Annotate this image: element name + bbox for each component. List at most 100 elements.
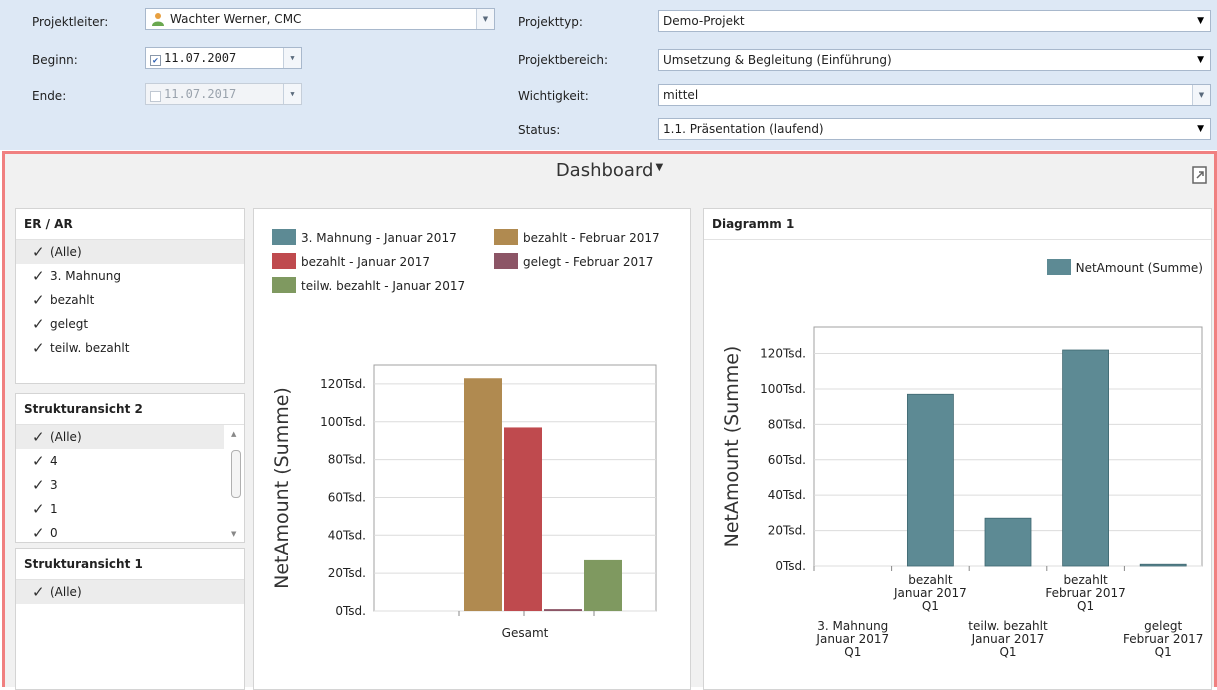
filter-item[interactable]: ✓ (Alle) bbox=[16, 580, 244, 604]
calendar-dropdown-icon[interactable]: ▼ bbox=[283, 48, 301, 68]
filter-item[interactable]: ✓ gelegt bbox=[16, 312, 244, 336]
filter-icon[interactable]: ▼ bbox=[655, 162, 663, 173]
x-tick-label: gelegt bbox=[1144, 619, 1182, 633]
ende-date-field[interactable]: ✔11.07.2017 ▼ bbox=[145, 83, 302, 105]
filter-item[interactable]: ✓ 0 bbox=[16, 521, 244, 542]
x-tick-label: Q1 bbox=[1077, 599, 1094, 613]
dashboard: Dashboard ▼ ER / AR ✓ (Alle) ✓ 3. Mahnung ✓… bbox=[2, 151, 1217, 690]
y-tick-label: 0Tsd. bbox=[775, 559, 806, 573]
x-tick-label: Q1 bbox=[922, 599, 939, 613]
scroll-down-icon[interactable]: ▼ bbox=[231, 530, 236, 538]
status-value: 1.1. Präsentation (laufend) bbox=[663, 122, 824, 136]
y-tick-label: 40Tsd. bbox=[328, 528, 366, 542]
user-icon bbox=[151, 12, 165, 26]
x-tick-label: Januar 2017 bbox=[893, 586, 967, 600]
projektleiter-select[interactable]: Wachter Werner, CMC ▼ bbox=[145, 8, 495, 30]
y-tick-label: 120Tsd. bbox=[320, 377, 366, 391]
chevron-down-icon[interactable]: ▼ bbox=[476, 9, 494, 29]
checkmark-icon[interactable]: ✓ bbox=[32, 449, 50, 473]
filter-item[interactable]: ✓ 3. Mahnung bbox=[16, 264, 244, 288]
checkmark-icon[interactable]: ✓ bbox=[32, 288, 50, 312]
x-tick-label: Q1 bbox=[999, 645, 1016, 659]
y-tick-label: 20Tsd. bbox=[328, 566, 366, 580]
x-tick-label: Gesamt bbox=[502, 626, 549, 640]
filter-item[interactable]: ✓ (Alle) bbox=[16, 240, 244, 264]
calendar-dropdown-icon[interactable]: ▼ bbox=[283, 84, 301, 104]
project-header: Projektleiter: Wachter Werner, CMC ▼ Beg… bbox=[0, 0, 1217, 150]
y-tick-label: 0Tsd. bbox=[335, 604, 366, 618]
filter-item[interactable]: ✓ teilw. bezahlt bbox=[16, 336, 244, 360]
filter-item[interactable]: ✓ bezahlt bbox=[16, 288, 244, 312]
checkmark-icon[interactable]: ✓ bbox=[32, 312, 50, 336]
projektleiter-label: Projektleiter: bbox=[32, 15, 109, 29]
scrollbar[interactable]: ▲ ▼ bbox=[228, 428, 242, 538]
ende-label: Ende: bbox=[32, 89, 67, 103]
y-tick-label: 120Tsd. bbox=[760, 347, 806, 361]
projektbereich-label: Projektbereich: bbox=[518, 53, 609, 67]
y-axis-label: NetAmount (Summe) bbox=[271, 387, 293, 589]
scroll-up-icon[interactable]: ▲ bbox=[231, 430, 236, 438]
y-tick-label: 60Tsd. bbox=[768, 453, 806, 467]
checkmark-icon[interactable]: ✓ bbox=[32, 521, 50, 542]
x-tick-label: Februar 2017 bbox=[1045, 586, 1125, 600]
y-tick-label: 80Tsd. bbox=[768, 417, 806, 431]
bar bbox=[544, 609, 582, 611]
projektbereich-value: Umsetzung & Begleitung (Einführung) bbox=[663, 53, 892, 67]
x-tick-label: bezahlt bbox=[1063, 573, 1108, 587]
status-label: Status: bbox=[518, 123, 561, 137]
beginn-checkbox[interactable]: ✔ bbox=[150, 55, 161, 66]
filter-panel-strukturansicht-1: Strukturansicht 1 ✓ (Alle) bbox=[15, 548, 245, 690]
y-tick-label: 100Tsd. bbox=[760, 382, 806, 396]
dashboard-title: Dashboard ▼ bbox=[555, 160, 664, 181]
ende-value: 11.07.2017 bbox=[164, 87, 237, 101]
checkmark-icon[interactable]: ✓ bbox=[32, 240, 50, 264]
x-tick-label: 3. Mahnung bbox=[817, 619, 888, 633]
bar bbox=[1139, 563, 1187, 567]
filter-item[interactable]: ✓ 4 bbox=[16, 449, 244, 473]
filter-item[interactable]: ✓ (Alle) bbox=[16, 425, 224, 449]
chevron-down-icon[interactable]: ▼ bbox=[1197, 50, 1204, 70]
x-tick-label: Januar 2017 bbox=[815, 632, 889, 646]
ende-checkbox[interactable]: ✔ bbox=[150, 91, 161, 102]
y-tick-label: 20Tsd. bbox=[768, 524, 806, 538]
projekttyp-value: Demo-Projekt bbox=[663, 14, 745, 28]
projektleiter-value: Wachter Werner, CMC bbox=[170, 12, 302, 26]
export-icon[interactable] bbox=[1192, 166, 1208, 184]
filter-item[interactable]: ✓ 1 bbox=[16, 497, 244, 521]
projektbereich-select[interactable]: Umsetzung & Begleitung (Einführung) ▼ bbox=[658, 49, 1211, 71]
chevron-down-icon[interactable]: ▼ bbox=[1192, 85, 1210, 105]
chevron-down-icon[interactable]: ▼ bbox=[1197, 119, 1204, 139]
filter-panel-title: ER / AR bbox=[16, 209, 244, 240]
bar bbox=[504, 427, 542, 611]
bar bbox=[464, 378, 502, 611]
status-select[interactable]: 1.1. Präsentation (laufend) ▼ bbox=[658, 118, 1211, 140]
legend-swatch bbox=[272, 229, 296, 245]
chart-title: Diagramm 1 bbox=[704, 209, 1211, 240]
filter-panel-er-ar: ER / AR ✓ (Alle) ✓ 3. Mahnung ✓ bezahlt ✓ ge… bbox=[15, 208, 245, 384]
chevron-down-icon[interactable]: ▼ bbox=[1197, 11, 1204, 31]
legend-swatch bbox=[494, 253, 518, 269]
checkmark-icon[interactable]: ✓ bbox=[32, 580, 50, 604]
beginn-value: 11.07.2007 bbox=[164, 51, 237, 65]
filter-panel-strukturansicht-2: Strukturansicht 2 ✓ (Alle) ✓ 4 ✓ 3 ✓ 1 ✓ 0 ▲ … bbox=[15, 393, 245, 543]
projekttyp-label: Projekttyp: bbox=[518, 15, 583, 29]
checkmark-icon[interactable]: ✓ bbox=[32, 473, 50, 497]
chart-panel-diagramm-1: Diagramm 1 NetAmount (Summe) 0Tsd. 20Tsd.… bbox=[703, 208, 1212, 690]
checkmark-icon[interactable]: ✓ bbox=[32, 264, 50, 288]
wichtigkeit-select[interactable]: mittel ▼ bbox=[658, 84, 1211, 106]
legend-swatch bbox=[1046, 259, 1071, 275]
legend-swatch bbox=[494, 229, 518, 245]
checkmark-icon[interactable]: ✓ bbox=[32, 497, 50, 521]
bar bbox=[584, 559, 622, 611]
x-tick-label: teilw. bezahlt bbox=[968, 619, 1048, 633]
y-axis-label: NetAmount (Summe) bbox=[721, 346, 743, 548]
y-tick-label: 60Tsd. bbox=[328, 490, 366, 504]
beginn-date-field[interactable]: ✔ 11.07.2007 ▼ bbox=[145, 47, 302, 69]
legend-item: bezahlt - Januar 2017 bbox=[272, 253, 430, 269]
checkmark-icon[interactable]: ✓ bbox=[32, 336, 50, 360]
checkmark-icon[interactable]: ✓ bbox=[32, 425, 50, 449]
legend-item: bezahlt - Februar 2017 bbox=[494, 229, 660, 245]
scrollbar-thumb[interactable] bbox=[231, 450, 241, 498]
filter-item[interactable]: ✓ 3 bbox=[16, 473, 244, 497]
projekttyp-select[interactable]: Demo-Projekt ▼ bbox=[658, 10, 1211, 32]
